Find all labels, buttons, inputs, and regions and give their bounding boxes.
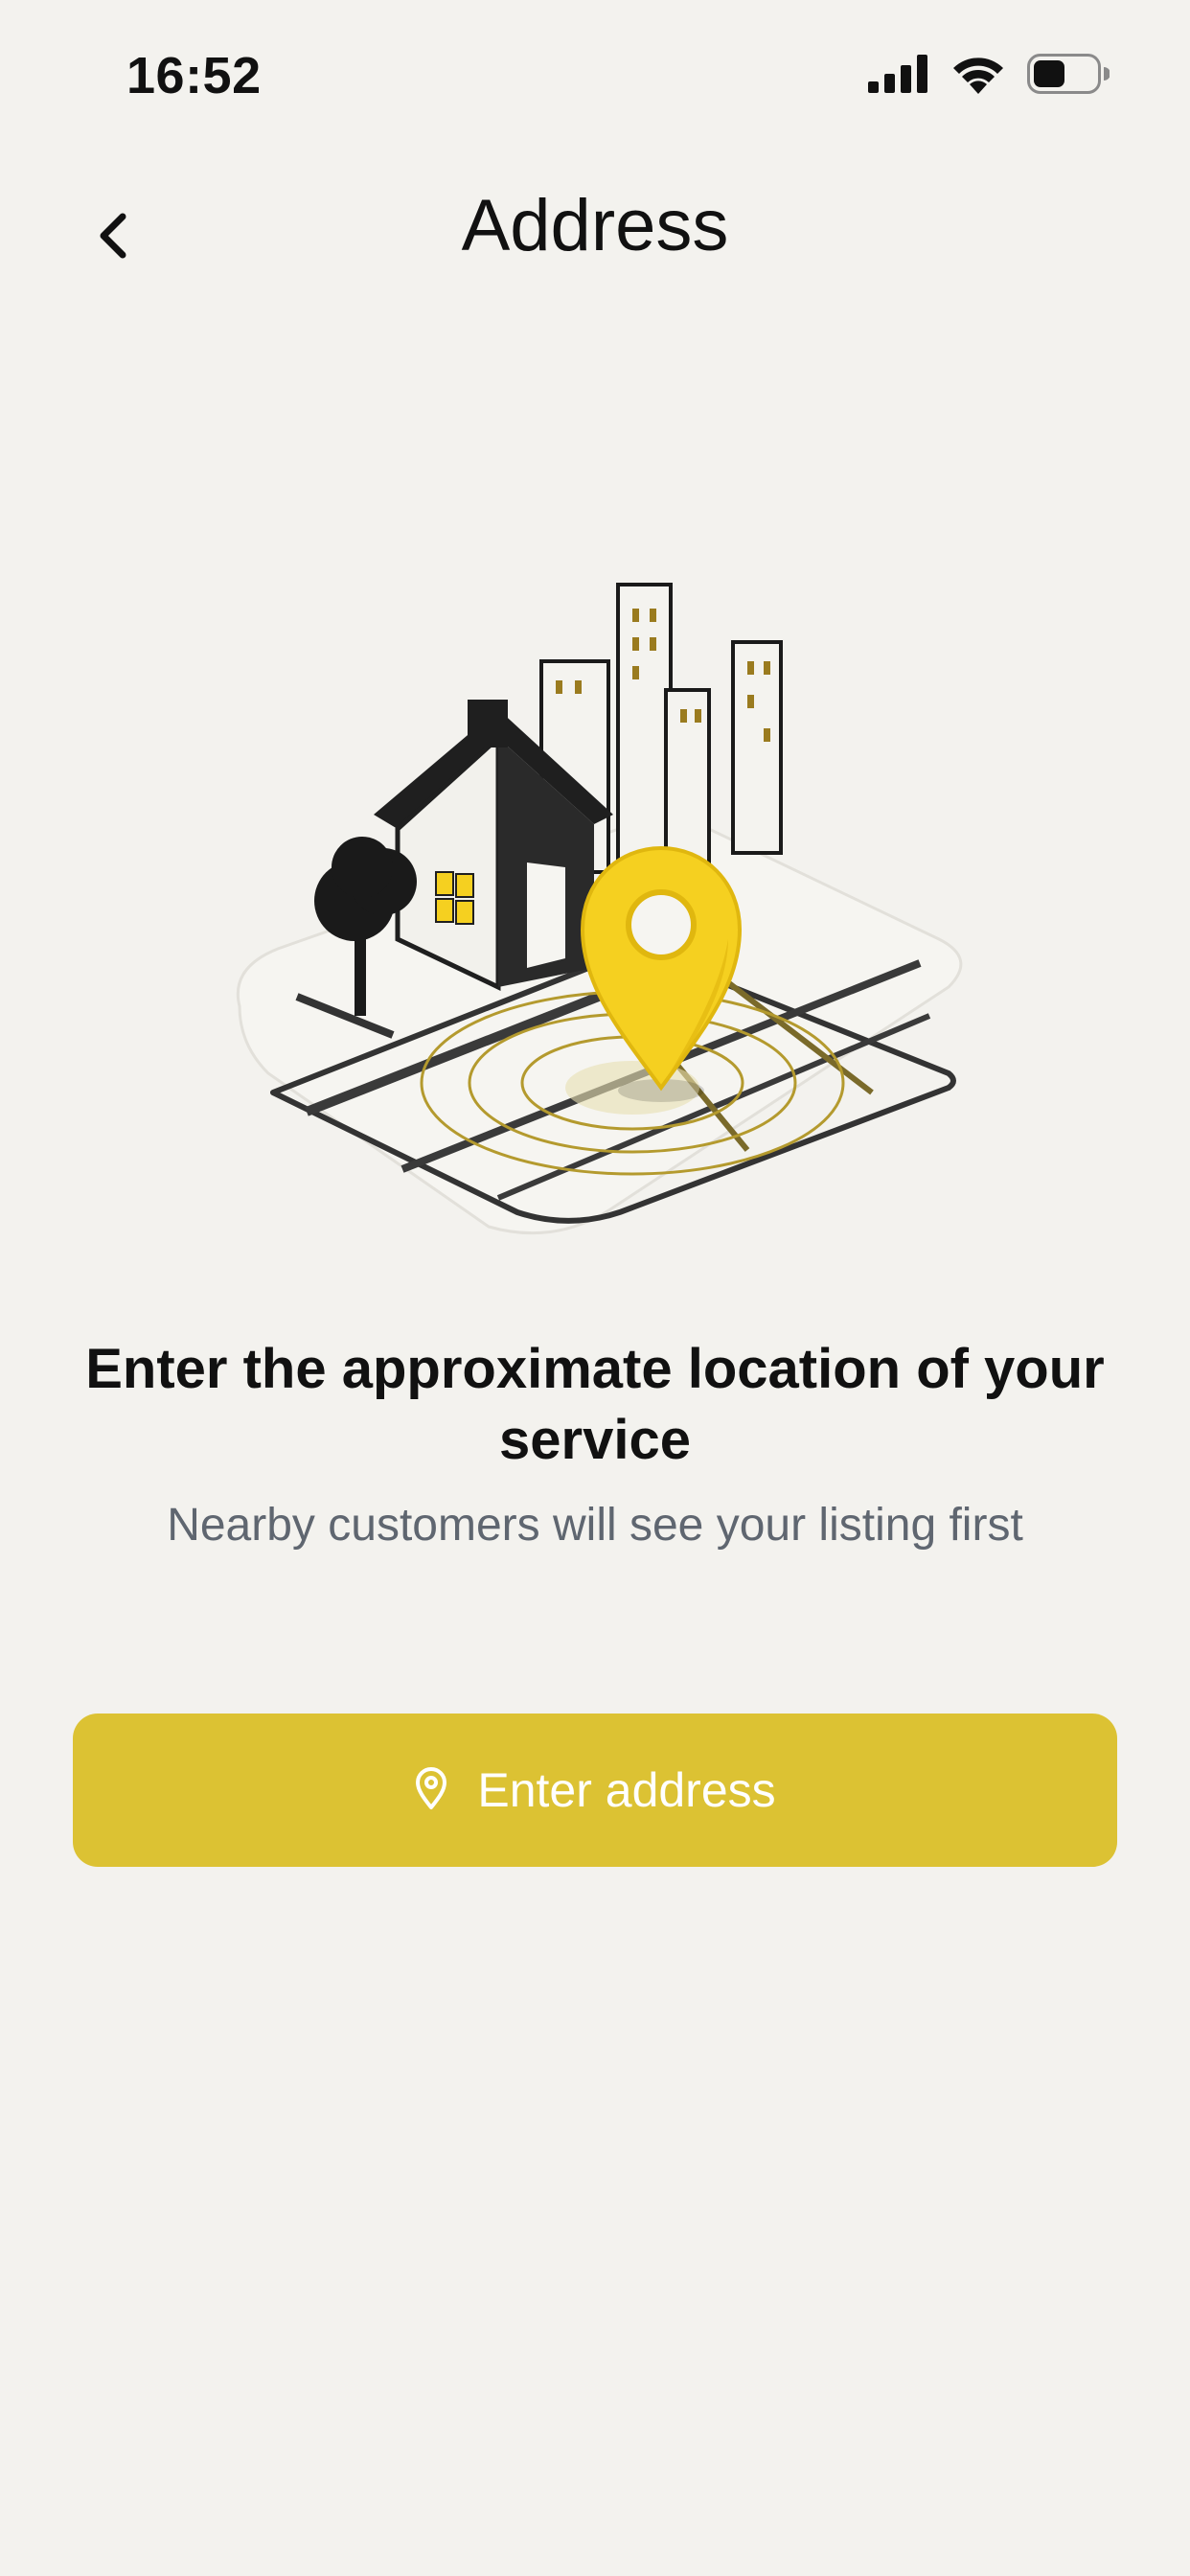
status-icons [868,54,1110,99]
wifi-icon [950,54,1006,99]
headline: Enter the approximate location of your s… [85,1338,1105,1471]
nav-bar: Address [0,163,1190,297]
status-bar: 16:52 [0,0,1190,144]
subline: Nearby customers will see your listing f… [167,1500,1023,1551]
cellular-signal-icon [868,55,929,98]
status-time: 16:52 [126,47,262,104]
location-pin-icon [414,1766,448,1815]
enter-address-label: Enter address [477,1763,776,1817]
page-title: Address [461,185,729,266]
house-location-illustration [211,537,996,1265]
enter-address-button[interactable]: Enter address [73,1714,1117,1867]
battery-icon [1027,54,1110,99]
